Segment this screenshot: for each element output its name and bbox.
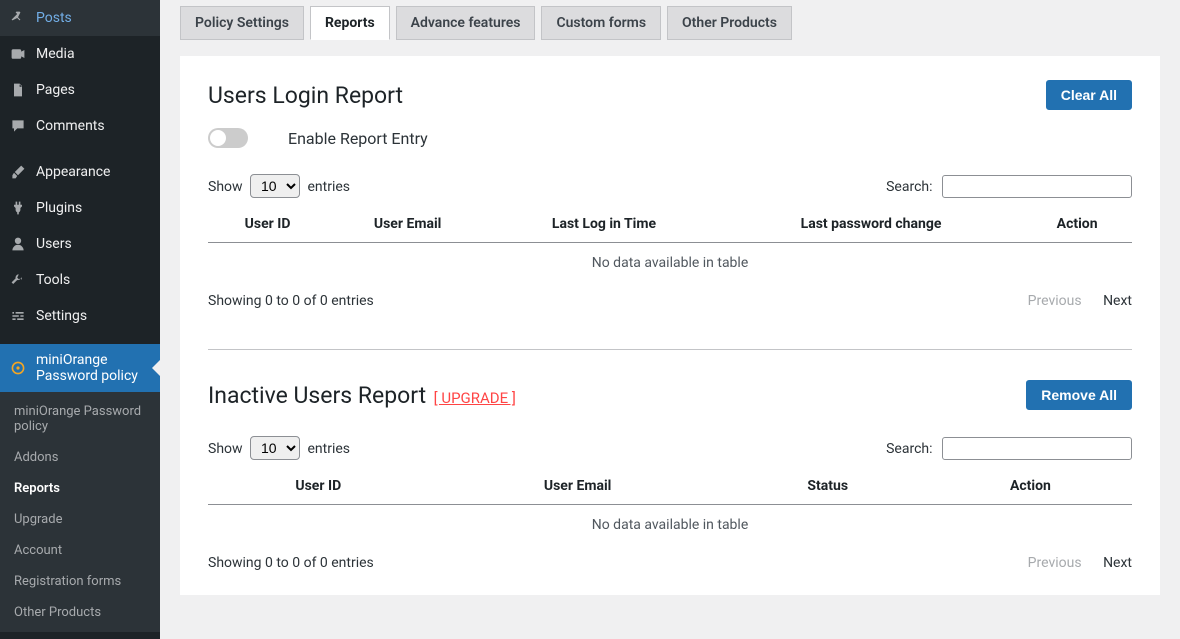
inactive-search-input[interactable] [942,437,1132,460]
sidebar-item-label: Comments [36,118,105,134]
entries-label: entries [308,179,351,195]
tab-other-products[interactable]: Other Products [667,6,792,40]
sidebar-sub-addons[interactable]: Addons [0,442,160,473]
col-status[interactable]: Status [727,468,929,505]
tab-custom-forms[interactable]: Custom forms [541,6,661,40]
login-empty-row: No data available in table [208,243,1132,284]
sidebar-sub-other[interactable]: Other Products [0,597,160,628]
sliders-icon [8,306,28,326]
miniorange-icon [8,358,28,378]
brush-icon [8,162,28,182]
upgrade-link[interactable]: [ UPGRADE ] [434,389,516,407]
inactive-pagination: Previous Next [1010,555,1132,571]
login-next-button[interactable]: Next [1103,293,1132,309]
col-user-id[interactable]: User ID [208,468,429,505]
inactive-prev-button[interactable]: Previous [1028,555,1082,571]
sidebar-item-label: Pages [36,82,75,98]
sidebar-item-label: Settings [36,308,87,324]
sidebar-sub-registration[interactable]: Registration forms [0,566,160,597]
sidebar-item-media[interactable]: Media [0,36,160,72]
sidebar-item-label: Appearance [36,164,110,180]
inactive-next-button[interactable]: Next [1103,555,1132,571]
tab-policy-settings[interactable]: Policy Settings [180,6,304,40]
enable-report-toggle[interactable] [208,128,248,148]
sidebar-item-label: Plugins [36,200,82,216]
wrench-icon [8,270,28,290]
media-icon [8,44,28,64]
tab-reports[interactable]: Reports [310,6,390,40]
login-search-wrap: Search: [886,175,1132,198]
remove-all-button[interactable]: Remove All [1026,380,1132,410]
sidebar-item-posts[interactable]: Posts [0,0,160,36]
sidebar-item-label: Users [36,236,72,252]
login-prev-button[interactable]: Previous [1028,293,1082,309]
section-divider [208,349,1132,350]
sidebar-subgroup-miniorange: miniOrange Password policy Addons Report… [0,392,160,632]
sidebar-sub-reports[interactable]: Reports [0,473,160,504]
sidebar-item-label: Tools [36,272,70,288]
col-user-email[interactable]: User Email [429,468,727,505]
sidebar-item-settings[interactable]: Settings [0,298,160,334]
main-content: Policy Settings Reports Advance features… [160,0,1180,639]
page-icon [8,80,28,100]
inactive-page-length: Show 10 entries [208,436,350,460]
sidebar-item-pages[interactable]: Pages [0,72,160,108]
enable-report-label: Enable Report Entry [288,129,428,148]
tab-advance-features[interactable]: Advance features [396,6,536,40]
sidebar-item-tools[interactable]: Tools [0,262,160,298]
inactive-page-size-select[interactable]: 10 [250,436,300,460]
col-user-id[interactable]: User ID [208,206,327,243]
col-user-email[interactable]: User Email [327,206,488,243]
pin-icon [8,8,28,28]
col-last-pwchange[interactable]: Last password change [720,206,1022,243]
clear-all-button[interactable]: Clear All [1046,80,1132,110]
plug-icon [8,198,28,218]
sidebar-item-users[interactable]: Users [0,226,160,262]
login-report-table: User ID User Email Last Log in Time Last… [208,206,1132,283]
show-label: Show [208,179,243,195]
inactive-report-title: Inactive Users Report [208,382,426,409]
entries-label: entries [308,441,351,457]
sidebar-item-label: miniOrange Password policy [36,352,152,384]
sidebar-sub-policy[interactable]: miniOrange Password policy [0,396,160,442]
show-label: Show [208,441,243,457]
login-table-info: Showing 0 to 0 of 0 entries [208,293,374,309]
inactive-search-wrap: Search: [886,437,1132,460]
comment-icon [8,116,28,136]
inactive-report-table: User ID User Email Status Action No data… [208,468,1132,545]
sidebar-item-miniorange[interactable]: miniOrange Password policy [0,344,160,392]
sidebar-sub-upgrade[interactable]: Upgrade [0,504,160,535]
col-last-login[interactable]: Last Log in Time [488,206,720,243]
inactive-empty-row: No data available in table [208,505,1132,546]
login-search-input[interactable] [942,175,1132,198]
login-pagination: Previous Next [1010,293,1132,309]
reports-panel: Users Login Report Clear All Enable Repo… [180,56,1160,595]
search-label: Search: [886,179,932,195]
sidebar-sub-account[interactable]: Account [0,535,160,566]
col-action[interactable]: Action [929,468,1132,505]
sidebar-item-label: Posts [36,10,72,26]
inactive-table-info: Showing 0 to 0 of 0 entries [208,555,374,571]
user-icon [8,234,28,254]
col-action[interactable]: Action [1022,206,1132,243]
login-page-size-select[interactable]: 10 [250,174,300,198]
login-page-length: Show 10 entries [208,174,350,198]
sidebar-item-label: Media [36,46,75,62]
login-report-title: Users Login Report [208,82,403,109]
sidebar-item-comments[interactable]: Comments [0,108,160,144]
tab-bar: Policy Settings Reports Advance features… [180,6,1160,40]
admin-sidebar: Posts Media Pages Comments Appearance Pl… [0,0,160,639]
search-label: Search: [886,441,932,457]
sidebar-item-appearance[interactable]: Appearance [0,154,160,190]
sidebar-item-plugins[interactable]: Plugins [0,190,160,226]
